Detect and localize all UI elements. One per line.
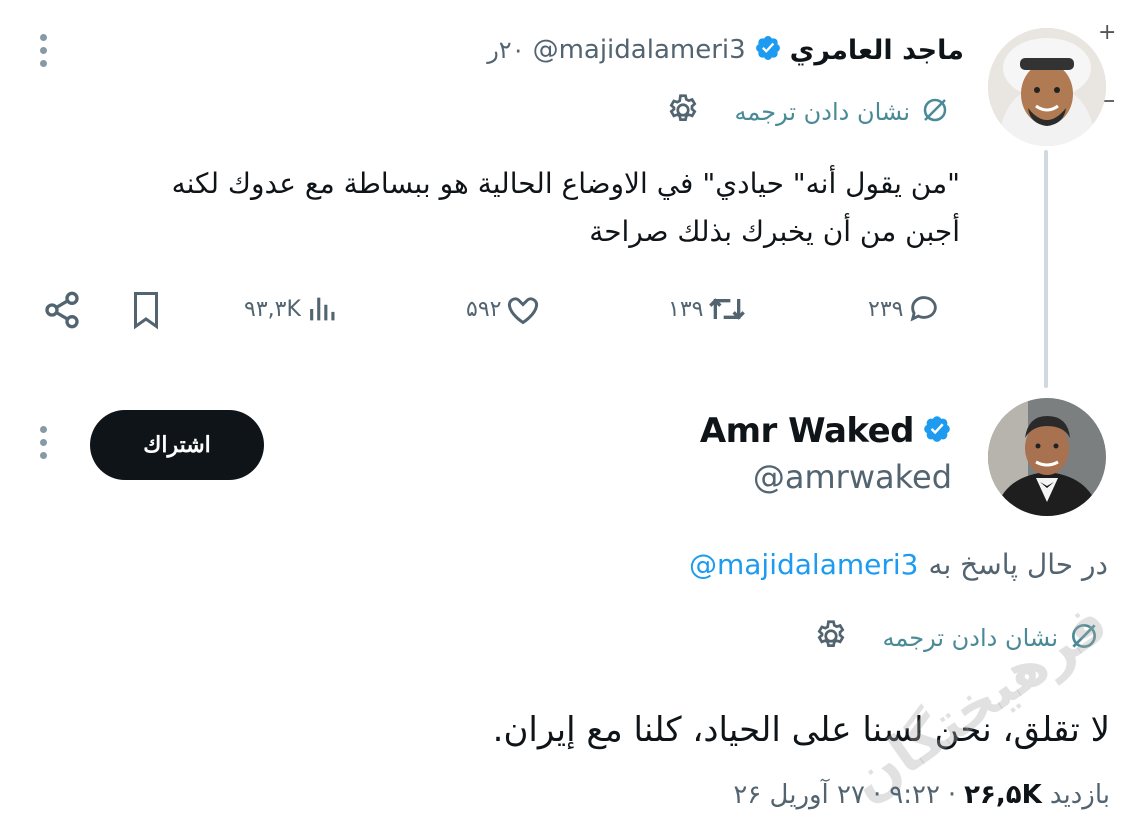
retweet-icon bbox=[707, 292, 747, 326]
reply-count: ۲۳۹ bbox=[868, 296, 904, 322]
tweet1-body-line: "من يقول أنه" حيادي" في الاوضاع الحالية … bbox=[171, 167, 960, 200]
meta-separator: · bbox=[947, 780, 957, 810]
analytics-icon bbox=[305, 292, 341, 326]
replying-to-label: در حال پاسخ به bbox=[928, 548, 1108, 581]
translate-settings-gear-icon[interactable] bbox=[665, 92, 701, 132]
tweet1-body-line: أجبن من أن يخبرك بذلك صراحة bbox=[589, 215, 960, 248]
tweet1-display-name[interactable]: ماجد العامري bbox=[790, 35, 964, 66]
tweet2-name-row: Amr Waked bbox=[600, 408, 952, 454]
thread-connector-line bbox=[1044, 150, 1048, 388]
translate-settings-gear-icon[interactable] bbox=[813, 618, 849, 658]
tweet2-date[interactable]: ۲۷ آوریل ۲۶ bbox=[733, 780, 865, 810]
replying-to-handle[interactable]: @majidalameri3 bbox=[689, 548, 918, 581]
share-icon[interactable] bbox=[42, 290, 82, 334]
like-count: ۵۹۲ bbox=[466, 296, 502, 322]
tweet1-time[interactable]: ۲۰ر bbox=[487, 36, 524, 64]
views-button[interactable]: ۹۳,۳K bbox=[244, 292, 341, 326]
tweet1-translate-link[interactable]: نشان دادن ترجمه bbox=[735, 98, 910, 126]
heart-icon bbox=[505, 292, 541, 326]
reply-button[interactable]: ۲۳۹ bbox=[868, 292, 941, 326]
tweet1-header: ماجد العامري @majidalameri3 ۲۰ر bbox=[374, 30, 964, 70]
views-count: ۹۳,۳K bbox=[244, 296, 301, 322]
verified-badge-icon bbox=[754, 34, 782, 66]
retweet-count: ۱۳۹ bbox=[668, 296, 704, 322]
bookmark-icon[interactable] bbox=[128, 290, 164, 334]
tweet2-more-icon[interactable] bbox=[38, 426, 48, 459]
reply-icon bbox=[907, 292, 941, 326]
avatar-majid[interactable] bbox=[988, 28, 1106, 146]
meta-separator: · bbox=[872, 780, 882, 810]
replying-to-row: در حال پاسخ به @majidalameri3 bbox=[600, 548, 1108, 581]
tweet2-handle[interactable]: @amrwaked bbox=[600, 458, 952, 496]
tweet1-body: "من يقول أنه" حيادي" في الاوضاع الحالية … bbox=[40, 160, 960, 256]
tweet1-handle[interactable]: @majidalameri3 bbox=[533, 35, 746, 65]
views-label: بازدید bbox=[1049, 780, 1110, 810]
corner-plus-mark: + bbox=[1098, 20, 1117, 45]
tweet2-time[interactable]: ۹:۲۲ bbox=[889, 780, 940, 810]
retweet-button[interactable]: ۱۳۹ bbox=[668, 292, 747, 326]
tweet1-more-icon[interactable] bbox=[38, 34, 48, 67]
like-button[interactable]: ۵۹۲ bbox=[466, 292, 541, 326]
views-count: ۲۶,۵K bbox=[964, 780, 1042, 810]
subscribe-button[interactable]: اشتراك bbox=[90, 410, 264, 480]
translate-icon bbox=[920, 95, 950, 129]
tweet2-display-name[interactable]: Amr Waked bbox=[700, 411, 915, 451]
tweet2-meta-row: بازدید ۲۶,۵K · ۹:۲۲ · ۲۷ آوریل ۲۶ bbox=[600, 780, 1110, 810]
tweet1-translate-row: نشان دادن ترجمه bbox=[610, 92, 950, 132]
avatar-amr-waked[interactable] bbox=[988, 398, 1106, 516]
verified-badge-icon bbox=[922, 414, 952, 448]
